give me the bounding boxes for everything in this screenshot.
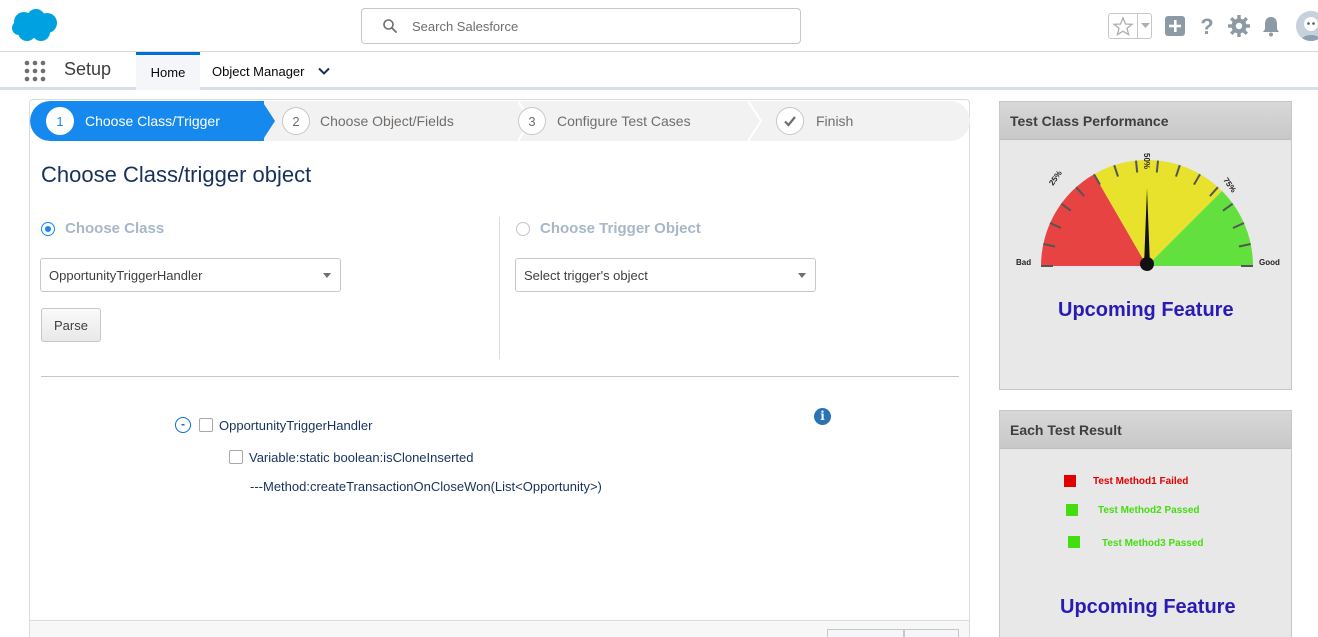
select-arrow-icon [323,273,331,278]
favorites-divider [1137,14,1138,38]
notifications-bell-icon[interactable] [1259,14,1283,38]
app-launcher-icon[interactable] [24,60,46,82]
chevron-down-icon[interactable] [317,64,331,78]
tab-home-label: Home [150,65,186,80]
parse-button[interactable]: Parse [41,308,101,342]
tree-variable-checkbox[interactable] [229,450,243,464]
gauge-bad-label: Bad [1016,258,1031,267]
choose-class-label[interactable]: Choose Class [65,220,164,237]
global-search[interactable] [361,8,801,44]
footer-button-next[interactable] [904,629,959,637]
tab-object-manager-label: Object Manager [212,63,305,79]
search-icon [383,19,397,33]
trigger-select-value: Select trigger's object [524,267,648,283]
select-arrow-icon [798,273,806,278]
gauge-tick-25: 25% [1047,169,1064,187]
wizard-step-4-circle[interactable] [776,107,804,135]
wizard-step-3-number[interactable]: 3 [518,107,546,135]
performance-upcoming-feature: Upcoming Feature [1058,299,1234,321]
result-passed-marker [1066,504,1078,516]
tab-home[interactable]: Home [136,52,200,90]
tree-method-label: ---Method:createTransactionOnCloseWon(Li… [250,479,602,494]
main-panel: 1 Choose Class/Trigger 2 Choose Object/F… [29,99,970,637]
wizard-step-4-label[interactable]: Finish [816,113,853,129]
gauge-good-label: Good [1259,258,1280,267]
setup-gear-icon[interactable] [1227,14,1251,38]
help-icon[interactable]: ? [1195,14,1219,38]
wizard-step-1-label[interactable]: Choose Class/Trigger [85,113,220,129]
performance-card-title: Test Class Performance [1000,102,1291,140]
app-name: Setup [64,59,112,79]
svg-text:?: ? [1200,14,1213,38]
result-method3-label: Test Method3 Passed [1102,538,1204,549]
wizard-step-3-label[interactable]: Configure Test Cases [557,113,691,129]
column-divider [499,217,500,359]
add-icon[interactable] [1163,14,1187,38]
checkmark-icon [784,116,796,127]
choose-class-radio[interactable] [41,222,55,236]
chevron-down-icon[interactable] [1141,20,1150,30]
section-divider [41,376,959,377]
avatar[interactable] [1296,11,1318,41]
tree-collapse-toggle[interactable]: - [175,417,191,433]
wizard-step-1-number[interactable]: 1 [46,107,74,135]
wizard-step-active-arrow [262,101,275,141]
each-test-result-card: Each Test Result Test Method1 Failed Tes… [999,410,1292,637]
result-passed-marker [1068,536,1080,548]
class-select[interactable]: OpportunityTriggerHandler [40,258,341,292]
tab-object-manager[interactable]: Object Manager [212,52,331,90]
gauge-tick-50: 50% [1142,153,1151,169]
test-class-performance-card: Test Class Performance 25% 50% 75% Bad G… [999,101,1292,390]
salesforce-logo[interactable] [10,9,58,43]
favorites-star-icon [1112,16,1134,36]
global-header: ? [0,0,1318,52]
result-failed-marker [1064,475,1076,487]
gauge-hub [1140,257,1154,271]
tree-root-checkbox[interactable] [199,418,213,432]
result-card-title: Each Test Result [1000,411,1291,449]
context-bar: Setup Home Object Manager [0,52,1318,90]
result-method2-label: Test Method2 Passed [1098,505,1200,516]
wizard-step-2-label[interactable]: Choose Object/Fields [320,113,454,129]
trigger-object-select[interactable]: Select trigger's object [515,258,816,292]
search-input[interactable] [412,9,792,43]
footer-button-previous[interactable] [827,629,904,637]
performance-gauge: 25% 50% 75% Bad Good [1016,153,1280,271]
page-title: Choose Class/trigger object [41,162,312,187]
wizard-step-2-number[interactable]: 2 [282,107,310,135]
info-icon[interactable]: i [814,408,831,425]
wizard-separator [748,101,762,141]
choose-trigger-radio[interactable] [516,222,530,236]
result-method1-label: Test Method1 Failed [1093,476,1189,487]
user-avatar-icon [1296,11,1318,41]
tree-root-label: OpportunityTriggerHandler [219,418,373,433]
favorites-button[interactable] [1108,13,1152,39]
wizard-path: 1 Choose Class/Trigger 2 Choose Object/F… [30,101,970,141]
choose-trigger-label[interactable]: Choose Trigger Object [540,220,701,237]
tree-variable-label: Variable:static boolean:isCloneInserted [249,450,474,465]
gauge-tick-75: 75% [1221,176,1238,194]
class-select-value: OpportunityTriggerHandler [49,267,203,283]
footer-bar [30,620,969,637]
result-upcoming-feature: Upcoming Feature [1060,596,1236,618]
